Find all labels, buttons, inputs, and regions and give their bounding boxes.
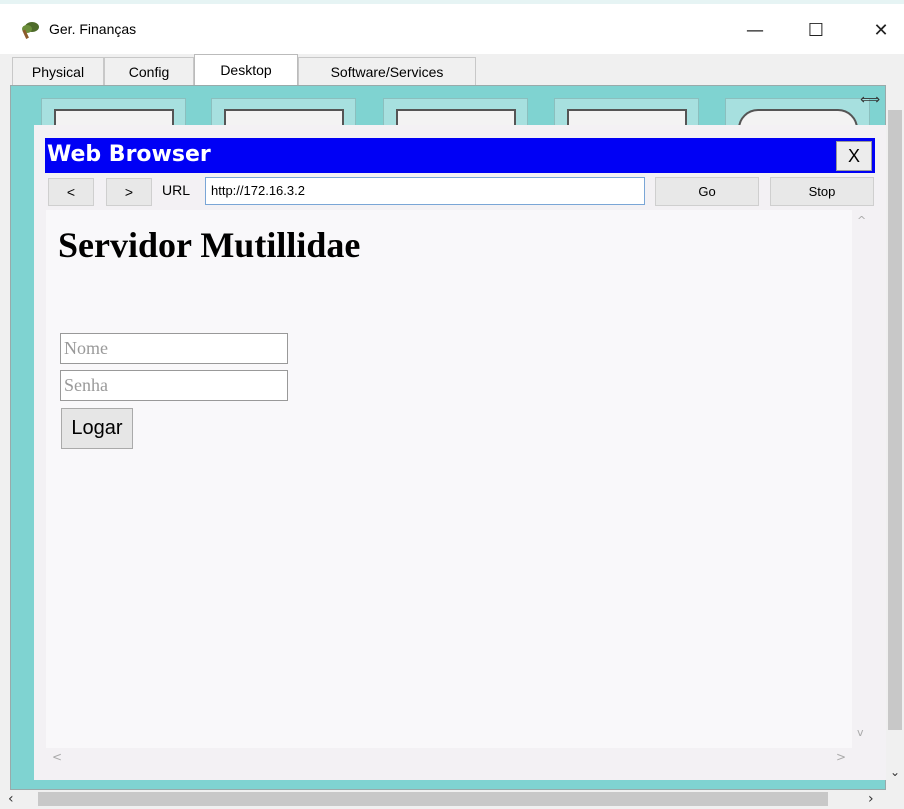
url-label: URL — [162, 182, 191, 198]
chevron-down-icon[interactable]: ⌄ — [890, 765, 900, 779]
page-content — [46, 210, 852, 748]
tree-icon — [20, 20, 40, 40]
window-titlebar: Ger. Finanças — ☐ ✕ — [0, 4, 904, 54]
close-button[interactable]: ✕ — [858, 12, 904, 48]
tab-desktop[interactable]: Desktop — [194, 54, 298, 85]
maximize-button[interactable]: ☐ — [793, 12, 839, 48]
tab-physical[interactable]: Physical — [12, 57, 104, 85]
chevron-right-icon[interactable]: › — [868, 791, 874, 807]
stop-button[interactable]: Stop — [770, 177, 874, 206]
left-frame — [0, 85, 10, 790]
chevron-left-icon[interactable]: ‹ — [8, 791, 14, 807]
minimize-button[interactable]: — — [732, 12, 778, 48]
browser-title: Web Browser — [47, 142, 211, 167]
scroll-down-icon[interactable]: v — [857, 726, 864, 739]
scrollbar-thumb[interactable] — [888, 110, 902, 730]
scroll-left-icon[interactable]: < — [52, 750, 62, 764]
browser-close-button[interactable]: X — [836, 141, 872, 171]
tab-software-services[interactable]: Software/Services — [298, 57, 476, 85]
scrollbar-thumb[interactable] — [38, 792, 828, 806]
page-vertical-scrollbar[interactable]: ^ v — [852, 210, 874, 748]
name-field[interactable]: Nome — [60, 333, 288, 364]
password-field[interactable]: Senha — [60, 370, 288, 401]
back-button[interactable]: < — [48, 178, 94, 206]
go-button[interactable]: Go — [655, 177, 759, 206]
login-button[interactable]: Logar — [61, 408, 133, 449]
scroll-right-icon[interactable]: > — [836, 750, 846, 764]
outer-horizontal-scrollbar[interactable]: ‹ › — [0, 790, 904, 809]
page-title: Servidor Mutillidae — [58, 225, 361, 265]
scroll-up-icon[interactable]: ^ — [857, 214, 866, 227]
forward-button[interactable]: > — [106, 178, 152, 206]
window-title: Ger. Finanças — [49, 21, 137, 37]
url-input[interactable]: http://172.16.3.2 — [205, 177, 645, 205]
tab-strip: Physical Config Desktop Software/Service… — [0, 54, 904, 85]
page-horizontal-scrollbar[interactable]: < > — [46, 748, 852, 768]
resize-arrows-icon[interactable]: ⟺ — [860, 92, 880, 108]
outer-vertical-scrollbar[interactable]: ⌄ — [886, 85, 904, 790]
tab-config[interactable]: Config — [104, 57, 194, 85]
